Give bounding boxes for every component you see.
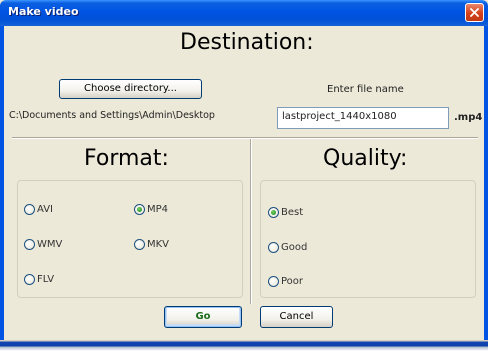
format-option-mp4[interactable]: MP4	[134, 202, 168, 216]
make-video-window: Make video Destination: Choose directory…	[0, 0, 488, 351]
title-bar[interactable]: Make video	[0, 0, 488, 26]
radio-button[interactable]	[24, 273, 35, 285]
enter-file-name-label: Enter file name	[327, 84, 404, 95]
radio-label: MP4	[147, 203, 169, 215]
file-extension-label: .mp4	[454, 112, 483, 123]
close-button[interactable]	[465, 3, 484, 22]
destination-heading: Destination:	[180, 30, 314, 55]
radio-button[interactable]	[24, 203, 35, 215]
format-option-mkv[interactable]: MKV	[134, 237, 169, 251]
quality-option-good[interactable]: Good	[268, 240, 307, 254]
section-divider	[12, 137, 478, 139]
radio-button[interactable]	[268, 241, 279, 253]
quality-heading: Quality:	[323, 146, 408, 171]
choose-directory-button[interactable]: Choose directory...	[59, 79, 202, 99]
radio-label: AVI	[37, 203, 53, 215]
window-bottom-border	[0, 340, 488, 351]
file-name-input[interactable]: lastproject_1440x1080	[277, 107, 449, 129]
radio-button[interactable]	[134, 203, 145, 215]
window-title: Make video	[8, 5, 79, 18]
quality-option-poor[interactable]: Poor	[268, 274, 303, 288]
go-button[interactable]: Go	[164, 306, 242, 328]
format-option-flv[interactable]: FLV	[24, 272, 54, 286]
quality-option-best[interactable]: Best	[268, 205, 303, 219]
file-name-value: lastproject_1440x1080	[282, 111, 397, 122]
format-option-wmv[interactable]: WMV	[24, 237, 62, 251]
radio-label: FLV	[37, 273, 55, 285]
radio-label: Poor	[281, 275, 304, 287]
format-heading: Format:	[84, 146, 169, 171]
radio-label: Best	[281, 206, 304, 218]
radio-button[interactable]	[268, 206, 279, 218]
radio-button[interactable]	[134, 238, 145, 250]
cancel-button[interactable]: Cancel	[260, 306, 333, 328]
format-option-avi[interactable]: AVI	[24, 202, 53, 216]
radio-label: WMV	[37, 238, 63, 250]
window-right-border	[484, 26, 488, 340]
close-icon	[470, 8, 479, 17]
radio-label: Good	[281, 241, 308, 253]
radio-button[interactable]	[24, 238, 35, 250]
radio-button[interactable]	[268, 275, 279, 287]
directory-path-text: C:\Documents and Settings\Admin\Desktop	[9, 110, 215, 121]
radio-label: MKV	[147, 238, 170, 250]
column-divider	[250, 139, 252, 304]
